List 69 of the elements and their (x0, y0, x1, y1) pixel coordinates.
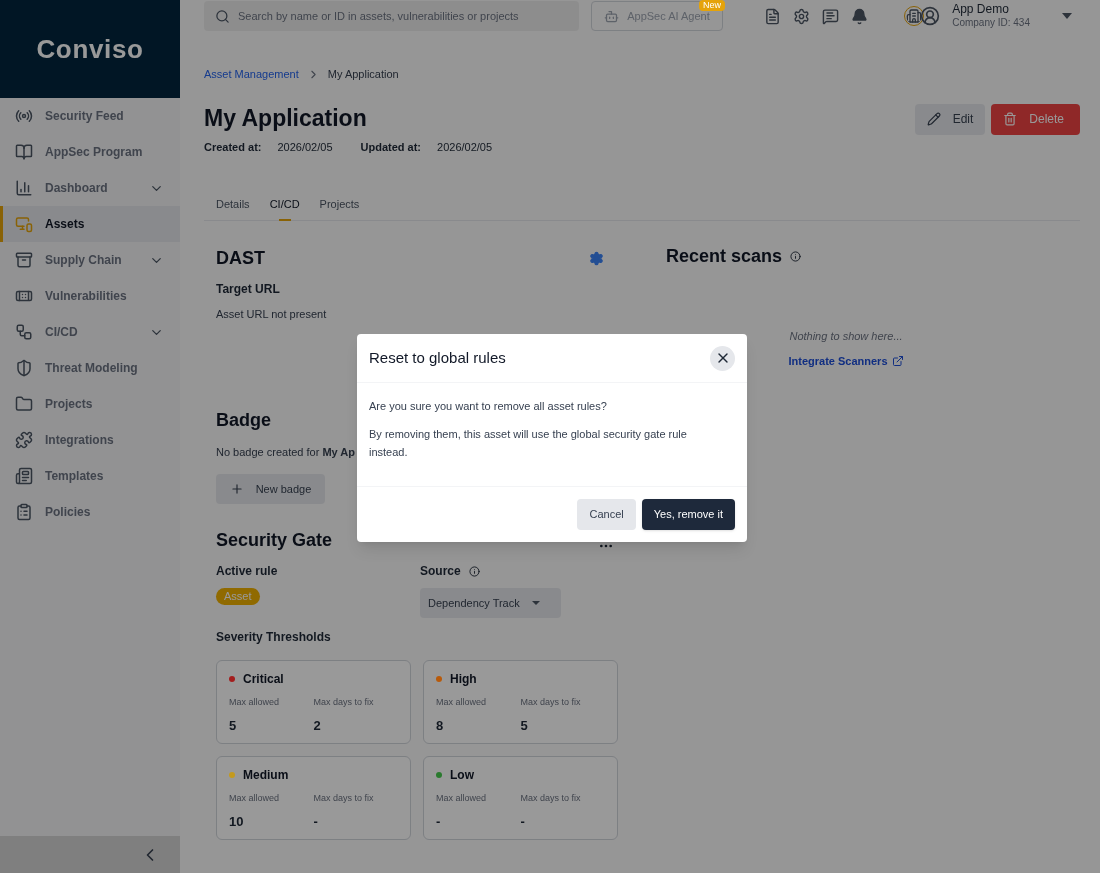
stat-label: Max days to fix (520, 792, 582, 805)
meta-value: 2026/02/05 (437, 140, 493, 155)
source-dropdown[interactable]: Dependency Track (420, 588, 561, 618)
nav-item[interactable]: CI/CD (0, 314, 180, 350)
meta-value: 2026/02/05 (277, 140, 333, 155)
stat-value: - (313, 812, 319, 831)
stat-value: 8 (436, 716, 445, 735)
edit-button[interactable]: Edit (914, 103, 986, 135)
tab[interactable]: CI/CD (269, 195, 300, 220)
confirm-button[interactable]: Yes, remove it (641, 499, 735, 530)
stat-value: 5 (520, 716, 529, 735)
logo[interactable]: Conviso (36, 29, 144, 69)
stat-label: Max allowed (229, 696, 281, 709)
field-label: Target URL (216, 281, 281, 298)
meta-label: Created at: (204, 140, 262, 155)
nav-item[interactable]: Security Feed (0, 98, 180, 134)
search-field[interactable]: Search by name or ID in assets, vulnerabilities or projects (204, 1, 579, 31)
rule-tag: Asset (216, 588, 260, 605)
breadcrumb-current: My Application (327, 67, 399, 82)
nav-item[interactable]: AppSec Program (0, 134, 180, 170)
stat-value: 10 (229, 812, 245, 831)
stat-value: - (436, 812, 442, 831)
dialog-text: By removing them, this asset will use the global security gate rule instead. (369, 427, 688, 460)
nav-item[interactable]: Dashboard (0, 170, 180, 206)
field-label: Source (420, 563, 461, 580)
tab[interactable]: Projects (319, 195, 360, 220)
new-tag: New (699, 0, 725, 11)
severity-name: Low (450, 767, 474, 784)
new-badge-button[interactable]: New badge (216, 474, 325, 504)
cancel-button[interactable]: Cancel (577, 499, 636, 530)
stat-label: Max allowed (436, 792, 488, 805)
stat-label: Max days to fix (313, 696, 375, 709)
section-title: Recent scans (666, 245, 783, 268)
nav-item[interactable]: Integrations (0, 422, 180, 458)
nav-item[interactable]: Supply Chain (0, 242, 180, 278)
meta-label: Updated at: (360, 140, 422, 155)
dialog-title: Reset to global rules (369, 347, 506, 368)
nav-item[interactable]: Policies (0, 494, 180, 530)
nav-item[interactable]: Threat Modeling (0, 350, 180, 386)
nav-item[interactable]: Projects (0, 386, 180, 422)
integrate-scanners-link[interactable]: Integrate Scanners (788, 352, 904, 369)
stat-label: Max days to fix (520, 696, 582, 709)
dialog-text: Are you sure you want to remove all asset rules? (369, 399, 608, 414)
tab[interactable]: Details (216, 195, 250, 220)
stat-label: Max allowed (436, 696, 488, 709)
field-label: Active rule (216, 563, 279, 580)
field-value: Asset URL not present (216, 307, 328, 322)
section-title: Security Gate (216, 528, 333, 552)
field-label: Severity Thresholds (216, 629, 332, 646)
nav-item[interactable]: Assets (0, 206, 180, 242)
stat-value: 5 (229, 716, 238, 735)
stat-label: Max allowed (229, 792, 281, 805)
stat-value: - (520, 812, 526, 831)
severity-name: Critical (243, 671, 284, 688)
nav-item[interactable]: Vulnerabilities (0, 278, 180, 314)
empty-message: Nothing to show here... (789, 329, 903, 344)
stat-value: 2 (313, 716, 322, 735)
company-id: Company ID: 434 (952, 17, 1030, 30)
user-name: App Demo (952, 2, 1010, 18)
nav-item[interactable]: Templates (0, 458, 180, 494)
severity-name: Medium (243, 767, 289, 784)
badge-message: No badge created for My Ap (216, 444, 355, 460)
delete-button[interactable]: Delete (991, 103, 1080, 135)
section-title: DAST (216, 247, 265, 270)
stat-label: Max days to fix (313, 792, 375, 805)
breadcrumb-link[interactable]: Asset Management (204, 66, 299, 83)
page-title: My Application (204, 103, 368, 133)
section-title: Badge (216, 408, 271, 432)
severity-name: High (450, 671, 477, 688)
